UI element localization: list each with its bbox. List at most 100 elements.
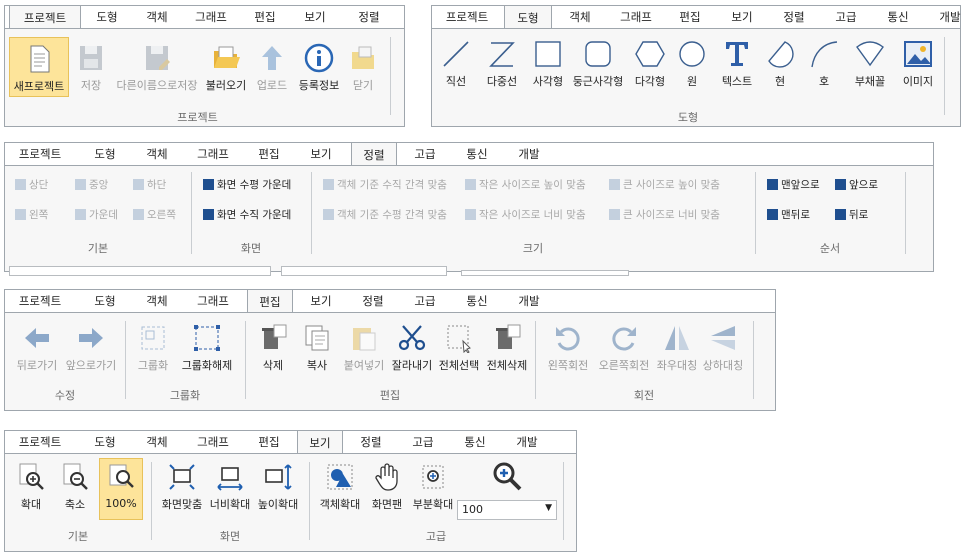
rectangle-button[interactable]: 사각형 — [528, 39, 568, 89]
tab-object[interactable]: 객체 — [133, 6, 181, 28]
tab-project[interactable]: 프로젝트 — [9, 5, 81, 29]
fit-height-button[interactable]: 높이확대 — [255, 462, 301, 512]
tab-view[interactable]: 보기 — [720, 6, 764, 28]
tab-graph[interactable]: 그래프 — [185, 431, 241, 453]
sector-button[interactable]: 부채꼴 — [848, 39, 892, 89]
tab-comm[interactable]: 통신 — [455, 290, 499, 312]
min-height-button[interactable]: 작은 사이즈로 높이 맞춤 — [465, 178, 586, 192]
max-height-button[interactable]: 큰 사이즈로 높이 맞춤 — [609, 178, 720, 192]
tab-shape[interactable]: 도형 — [504, 5, 552, 29]
group-button[interactable]: 그룹화 — [133, 323, 173, 373]
align-top-button[interactable]: 상단 — [15, 178, 48, 192]
fit-screen-button[interactable]: 화면맞춤 — [159, 462, 205, 512]
tab-advanced[interactable]: 고급 — [403, 143, 447, 165]
tab-shape[interactable]: 도형 — [81, 290, 129, 312]
send-to-back-button[interactable]: 맨뒤로 — [767, 208, 810, 222]
tab-project[interactable]: 프로젝트 — [7, 143, 73, 165]
align-middle-button[interactable]: 중앙 — [75, 178, 108, 192]
tab-comm[interactable]: 통신 — [453, 431, 497, 453]
bring-to-front-button[interactable]: 맨앞으로 — [767, 178, 820, 192]
object-horizontal-spacing-button[interactable]: 객체 기준 수평 간격 맞춤 — [323, 208, 447, 222]
zoom-large-icon[interactable] — [491, 460, 523, 495]
tab-project[interactable]: 프로젝트 — [434, 6, 500, 28]
rotate-right-button[interactable]: 오른쪽회전 — [595, 323, 653, 373]
flip-horizontal-button[interactable]: 좌우대칭 — [655, 323, 699, 373]
select-all-button[interactable]: 전체선택 — [437, 323, 481, 373]
delete-button[interactable]: 삭제 — [253, 323, 293, 373]
tab-graph[interactable]: 그래프 — [185, 143, 241, 165]
tab-arrange[interactable]: 정렬 — [341, 6, 397, 28]
tab-view[interactable]: 보기 — [299, 290, 343, 312]
tab-shape[interactable]: 도형 — [81, 143, 129, 165]
tab-project[interactable]: 프로젝트 — [7, 431, 73, 453]
image-button[interactable]: 이미지 — [898, 39, 938, 89]
paste-button[interactable]: 붙여넣기 — [341, 323, 387, 373]
tab-advanced[interactable]: 고급 — [401, 431, 445, 453]
redo-button[interactable]: 앞으로가기 — [63, 323, 119, 373]
save-button[interactable]: 저장 — [73, 37, 109, 97]
min-width-button[interactable]: 작은 사이즈로 너비 맞춤 — [465, 208, 586, 222]
screen-vertical-center-button[interactable]: 화면 수직 가운데 — [203, 208, 291, 222]
tab-advanced[interactable]: 고급 — [824, 6, 868, 28]
cut-button[interactable]: 잘라내기 — [389, 323, 435, 373]
align-bottom-button[interactable]: 하단 — [133, 178, 166, 192]
undo-button[interactable]: 뒤로가기 — [13, 323, 61, 373]
zoom-level-select[interactable]: 100 ▼ — [457, 500, 557, 520]
chord-button[interactable]: 현 — [762, 39, 798, 89]
upload-button[interactable]: 업로드 — [251, 37, 293, 97]
text-button[interactable]: 텍스트 — [716, 39, 758, 89]
tab-object[interactable]: 객체 — [556, 6, 604, 28]
zoom-in-button[interactable]: 확대 — [11, 462, 51, 512]
tab-graph[interactable]: 그래프 — [183, 6, 239, 28]
tab-object[interactable]: 객체 — [133, 143, 181, 165]
tab-shape[interactable]: 도형 — [83, 6, 131, 28]
tab-comm[interactable]: 통신 — [455, 143, 499, 165]
line-button[interactable]: 직선 — [438, 39, 474, 89]
zoom-100-button[interactable]: 100% — [99, 458, 143, 520]
tab-arrange[interactable]: 정렬 — [351, 290, 395, 312]
tab-shape[interactable]: 도형 — [81, 431, 129, 453]
tab-arrange[interactable]: 정렬 — [772, 6, 816, 28]
tab-edit[interactable]: 편집 — [247, 143, 291, 165]
save-as-button[interactable]: 다른이름으로저장 — [113, 37, 201, 97]
tab-comm[interactable]: 통신 — [876, 6, 920, 28]
delete-all-button[interactable]: 전체삭제 — [485, 323, 529, 373]
align-right-button[interactable]: 오른쪽 — [133, 208, 176, 222]
bring-forward-button[interactable]: 앞으로 — [835, 178, 878, 192]
arc-button[interactable]: 호 — [806, 39, 842, 89]
max-width-button[interactable]: 큰 사이즈로 너비 맞춤 — [609, 208, 720, 222]
open-button[interactable]: 불러오기 — [203, 37, 249, 97]
copy-button[interactable]: 복사 — [297, 323, 337, 373]
zoom-out-button[interactable]: 축소 — [55, 462, 95, 512]
tab-dev[interactable]: 개발 — [507, 143, 551, 165]
tab-object[interactable]: 객체 — [133, 290, 181, 312]
circle-button[interactable]: 원 — [674, 39, 710, 89]
align-center-button[interactable]: 가운데 — [75, 208, 118, 222]
tab-view[interactable]: 보기 — [299, 143, 343, 165]
fit-width-button[interactable]: 너비확대 — [207, 462, 253, 512]
tab-project[interactable]: 프로젝트 — [7, 290, 73, 312]
polyline-button[interactable]: 다중선 — [480, 39, 524, 89]
screen-horizontal-center-button[interactable]: 화면 수평 가운데 — [203, 178, 291, 192]
ungroup-button[interactable]: 그룹화해제 — [177, 323, 237, 373]
tab-edit[interactable]: 편집 — [247, 289, 293, 313]
properties-button[interactable]: 등록정보 — [295, 37, 343, 97]
object-zoom-button[interactable]: 객체확대 — [315, 462, 365, 512]
tab-view[interactable]: 보기 — [291, 6, 339, 28]
rounded-rectangle-button[interactable]: 둥근사각형 — [570, 39, 626, 89]
tab-edit[interactable]: 편집 — [241, 6, 289, 28]
tab-edit[interactable]: 편집 — [247, 431, 291, 453]
tab-edit[interactable]: 편집 — [668, 6, 712, 28]
send-backward-button[interactable]: 뒤로 — [835, 208, 868, 222]
tab-advanced[interactable]: 고급 — [403, 290, 447, 312]
tab-arrange[interactable]: 정렬 — [351, 142, 397, 166]
new-project-button[interactable]: 새프로젝트 — [9, 37, 69, 97]
tab-arrange[interactable]: 정렬 — [349, 431, 393, 453]
tab-graph[interactable]: 그래프 — [608, 6, 664, 28]
rotate-left-button[interactable]: 왼쪽회전 — [543, 323, 593, 373]
tab-view[interactable]: 보기 — [297, 430, 343, 454]
partial-zoom-button[interactable]: 부분확대 — [409, 462, 457, 512]
tab-dev[interactable]: 개발 — [928, 6, 965, 28]
tab-dev[interactable]: 개발 — [507, 290, 551, 312]
tab-object[interactable]: 객체 — [133, 431, 181, 453]
